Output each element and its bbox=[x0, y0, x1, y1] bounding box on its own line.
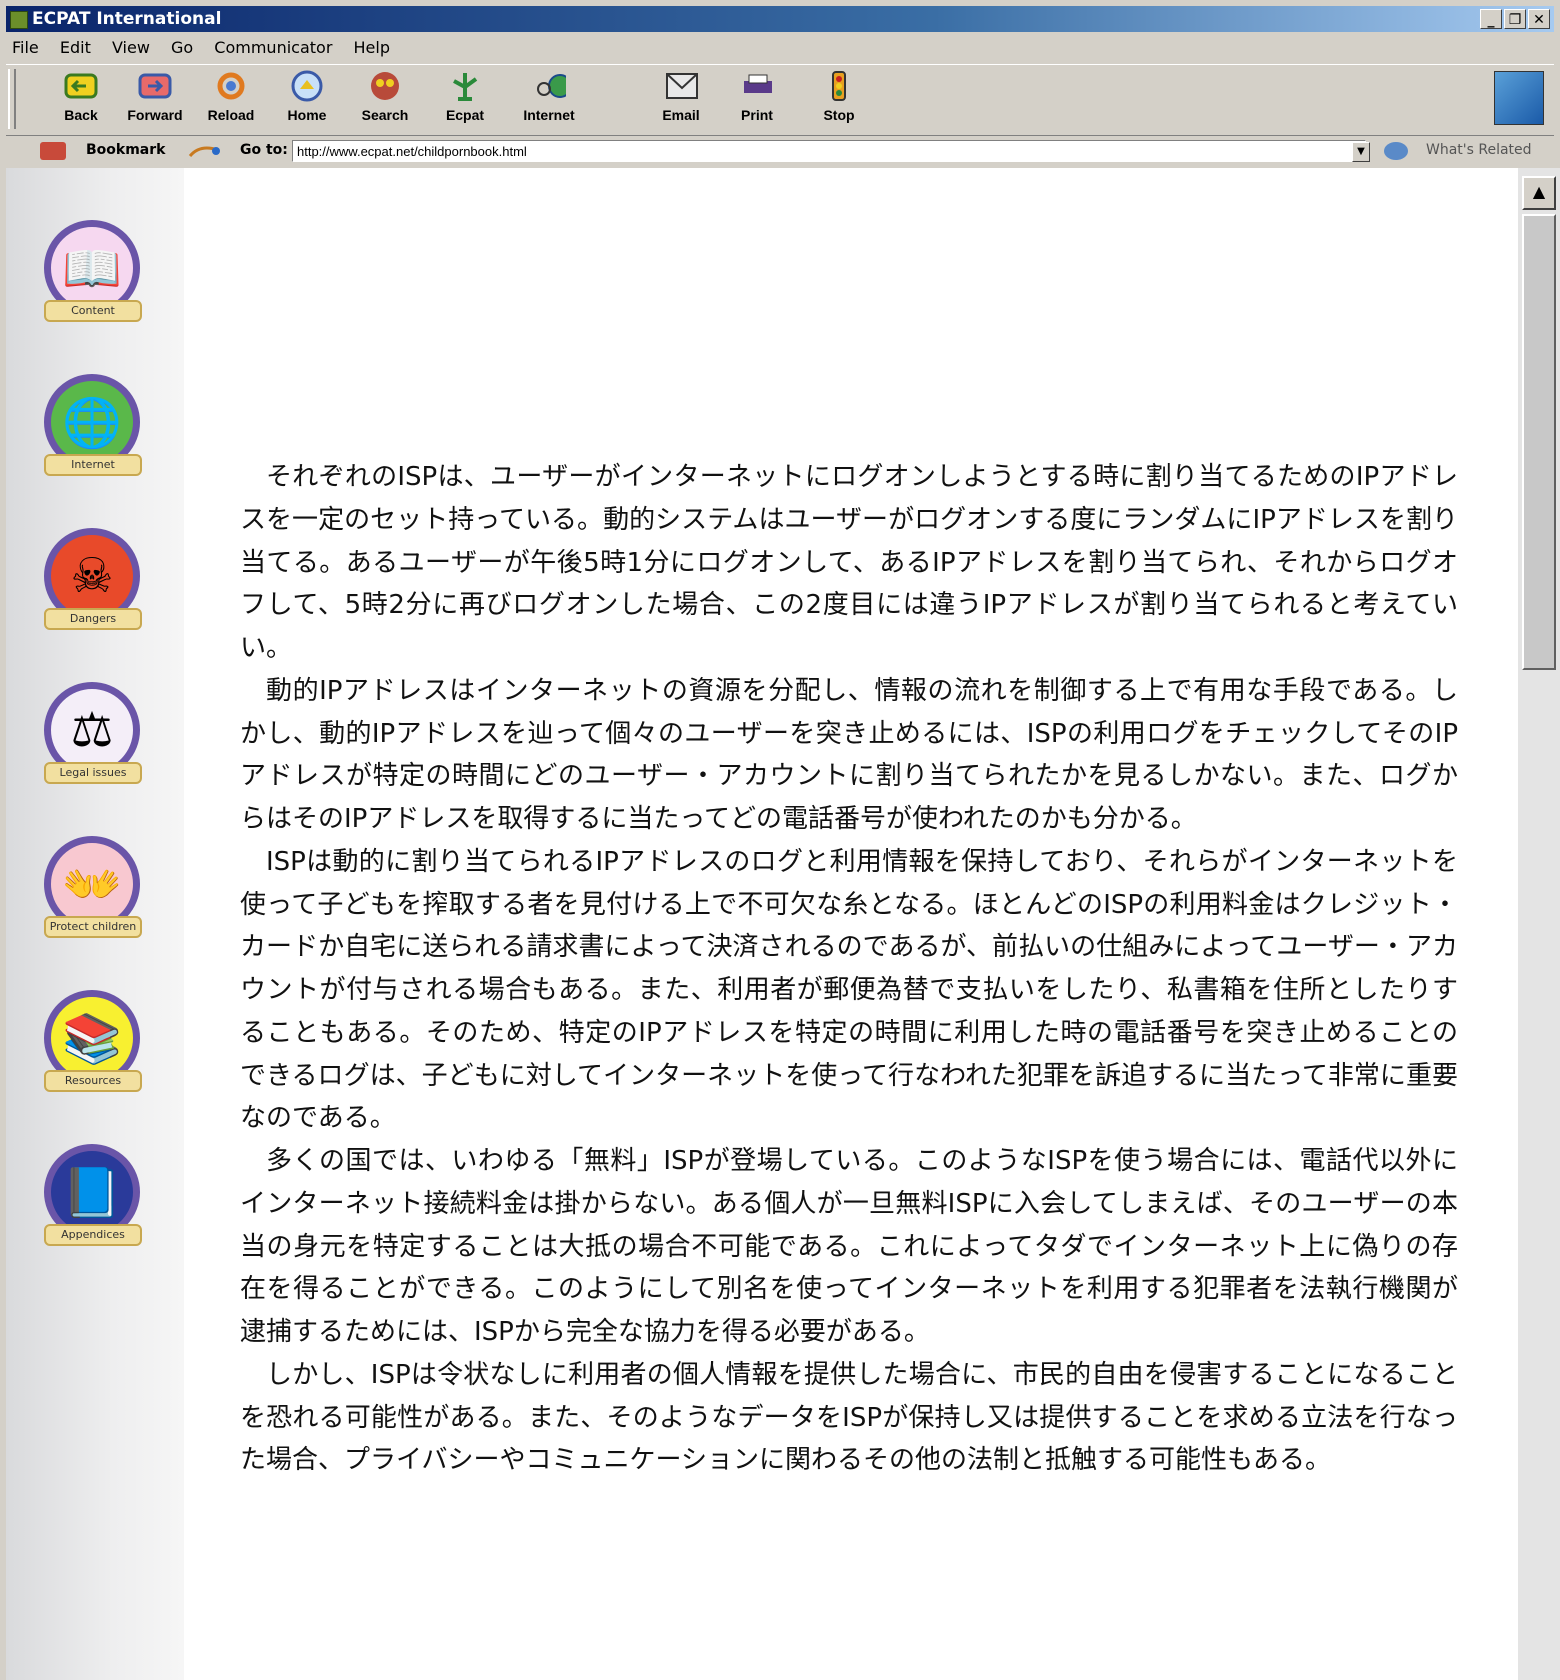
article-paragraph: 動的IPアドレスはインターネットの資源を分配し、情報の流れを制御する上で有用な手… bbox=[240, 675, 1458, 834]
netscape-logo-icon bbox=[1494, 71, 1544, 125]
window-controls: _ ❐ ✕ bbox=[1478, 9, 1550, 29]
sidebar-item-label: Legal issues bbox=[44, 762, 142, 784]
ecpat-icon bbox=[448, 69, 482, 103]
search-icon bbox=[368, 69, 402, 103]
bookmark-icon bbox=[40, 142, 66, 160]
title-bar: ECPAT International _ ❐ ✕ bbox=[6, 6, 1554, 32]
whats-related-button[interactable]: What's Related bbox=[1426, 142, 1532, 158]
ecpat-button[interactable]: Ecpat bbox=[430, 69, 500, 131]
goto-label: Go to: bbox=[240, 142, 288, 158]
url-field[interactable] bbox=[292, 140, 1366, 162]
sidebar-item-legal-issues[interactable]: ⚖ Legal issues bbox=[40, 682, 148, 808]
menu-go[interactable]: Go bbox=[171, 34, 193, 62]
maximize-button[interactable]: ❐ bbox=[1504, 9, 1526, 29]
sidebar-item-dangers[interactable]: ☠ Dangers bbox=[40, 528, 148, 654]
home-button[interactable]: Home bbox=[272, 69, 342, 131]
article-paragraph: それぞれのISPは、ユーザーがインターネットにログオンしようとする時に割り当てる… bbox=[240, 462, 1459, 663]
navigation-toolbar: Back Forward Reload Home Search Ecpat In… bbox=[6, 64, 1554, 136]
close-button[interactable]: ✕ bbox=[1528, 9, 1550, 29]
sidebar-item-content[interactable]: 📖 Content bbox=[40, 220, 148, 346]
whats-related-icon bbox=[1384, 142, 1408, 160]
article-paragraph: ISPは動的に割り当てられるIPアドレスのログと利用情報を保持しており、それらが… bbox=[240, 846, 1458, 1134]
goto-icon bbox=[188, 142, 222, 160]
sidebar-nav: 📖 Content 🌐 Internet ☠ Dangers ⚖ Legal i… bbox=[6, 168, 184, 1680]
sidebar-item-resources[interactable]: 📚 Resources bbox=[40, 990, 148, 1116]
internet-icon bbox=[532, 69, 566, 103]
sidebar-item-label: Resources bbox=[44, 1070, 142, 1092]
app-icon bbox=[10, 11, 28, 29]
sidebar-item-label: Internet bbox=[44, 454, 142, 476]
print-icon bbox=[740, 69, 774, 103]
article-paragraph: しかし、ISPは令状なしに利用者の個人情報を提供した場合に、市民的自由を侵害する… bbox=[240, 1359, 1458, 1476]
stop-button[interactable]: Stop bbox=[804, 69, 874, 131]
article-paragraph: 多くの国では、いわゆる「無料」ISPが登場している。このようなISPを使う場合に… bbox=[240, 1146, 1458, 1347]
sidebar-item-label: Content bbox=[44, 300, 142, 322]
reload-icon bbox=[214, 69, 248, 103]
stop-icon bbox=[822, 69, 856, 103]
location-bar: Bookmark Go to: ▼ What's Related bbox=[6, 136, 1554, 166]
article-body: それぞれのISPは、ユーザーがインターネットにログオンしようとする時に割り当てる… bbox=[240, 456, 1458, 1482]
toolbar-grip[interactable] bbox=[8, 69, 16, 129]
sidebar-item-protect-children[interactable]: 👐 Protect children bbox=[40, 836, 148, 962]
menu-help[interactable]: Help bbox=[354, 34, 390, 62]
email-icon bbox=[664, 69, 698, 103]
sidebar-item-label: Protect children bbox=[44, 916, 142, 938]
scroll-up-button[interactable]: ▲ bbox=[1522, 176, 1556, 210]
internet-button[interactable]: Internet bbox=[514, 69, 584, 131]
search-button[interactable]: Search bbox=[350, 69, 420, 131]
forward-button[interactable]: Forward bbox=[120, 69, 190, 131]
vertical-scrollbar[interactable]: ▲ bbox=[1518, 168, 1560, 1680]
menu-edit[interactable]: Edit bbox=[60, 34, 91, 62]
menu-file[interactable]: File bbox=[12, 34, 39, 62]
home-icon bbox=[290, 69, 324, 103]
minimize-button[interactable]: _ bbox=[1480, 9, 1502, 29]
sidebar-item-appendices[interactable]: 📘 Appendices bbox=[40, 1144, 148, 1270]
back-arrow-icon bbox=[64, 69, 98, 103]
menu-view[interactable]: View bbox=[112, 34, 150, 62]
menu-bar: File Edit View Go Communicator Help bbox=[6, 34, 1554, 62]
sidebar-item-label: Dangers bbox=[44, 608, 142, 630]
sidebar-item-internet[interactable]: 🌐 Internet bbox=[40, 374, 148, 500]
back-button[interactable]: Back bbox=[46, 69, 116, 131]
print-button[interactable]: Print bbox=[722, 69, 792, 131]
bookmark-button[interactable]: Bookmark bbox=[86, 142, 165, 158]
menu-communicator[interactable]: Communicator bbox=[214, 34, 332, 62]
url-dropdown-button[interactable]: ▼ bbox=[1352, 142, 1370, 162]
reload-button[interactable]: Reload bbox=[196, 69, 266, 131]
scroll-thumb[interactable] bbox=[1522, 214, 1556, 670]
forward-arrow-icon bbox=[138, 69, 172, 103]
window-title: ECPAT International bbox=[32, 9, 222, 29]
browser-window: ECPAT International _ ❐ ✕ File Edit View… bbox=[0, 0, 1560, 1680]
email-button[interactable]: Email bbox=[646, 69, 716, 131]
sidebar-item-label: Appendices bbox=[44, 1224, 142, 1246]
